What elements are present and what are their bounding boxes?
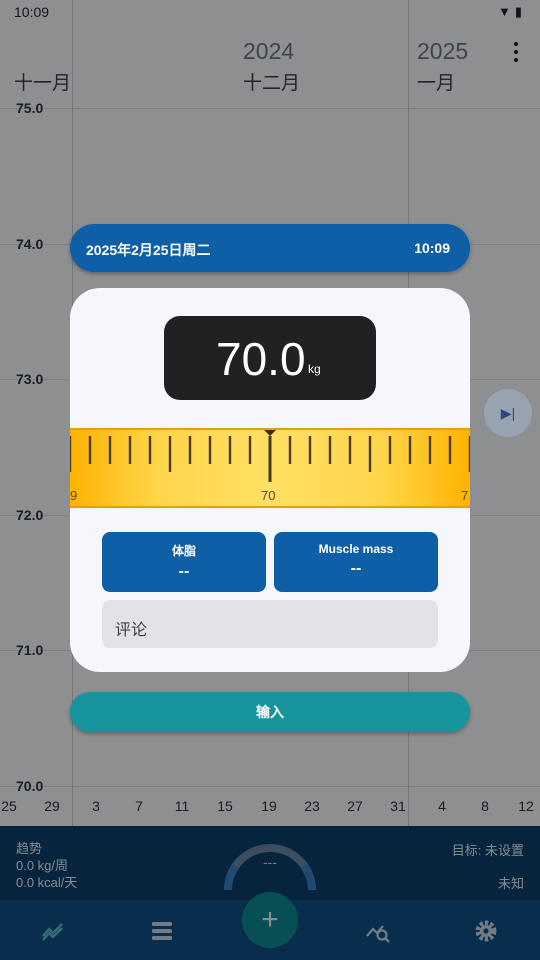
weight-value: 70.0 xyxy=(216,333,306,385)
skip-to-end-button[interactable]: ▶| xyxy=(484,389,532,437)
ruler-label-center: 70 xyxy=(261,488,276,503)
comment-input[interactable]: 评论 xyxy=(102,600,438,648)
enter-button[interactable]: 输入 xyxy=(70,692,470,732)
ruler-pointer xyxy=(264,430,276,436)
date-time-selector[interactable]: 2025年2月25日周二 10:09 xyxy=(70,224,470,272)
body-fat-value: -- xyxy=(178,563,190,580)
muscle-mass-field[interactable]: Muscle mass -- xyxy=(274,532,438,592)
ruler-label-right: 7 xyxy=(461,488,469,503)
weight-display: 70.0 kg xyxy=(164,316,376,400)
entry-date[interactable]: 2025年2月25日周二 xyxy=(86,240,211,260)
skip-next-icon: ▶| xyxy=(500,404,516,421)
body-fat-label: 体脂 xyxy=(171,544,196,558)
muscle-mass-value: -- xyxy=(350,560,362,577)
ruler-label-left: 9 xyxy=(70,488,78,503)
muscle-mass-label: Muscle mass xyxy=(318,542,394,556)
weight-ruler-slider[interactable]: 9 70 7 xyxy=(70,428,470,508)
weight-unit: kg xyxy=(308,362,321,376)
entry-time[interactable]: 10:09 xyxy=(414,240,450,256)
comment-placeholder: 评论 xyxy=(115,622,148,639)
body-fat-field[interactable]: 体脂 -- xyxy=(102,532,266,592)
